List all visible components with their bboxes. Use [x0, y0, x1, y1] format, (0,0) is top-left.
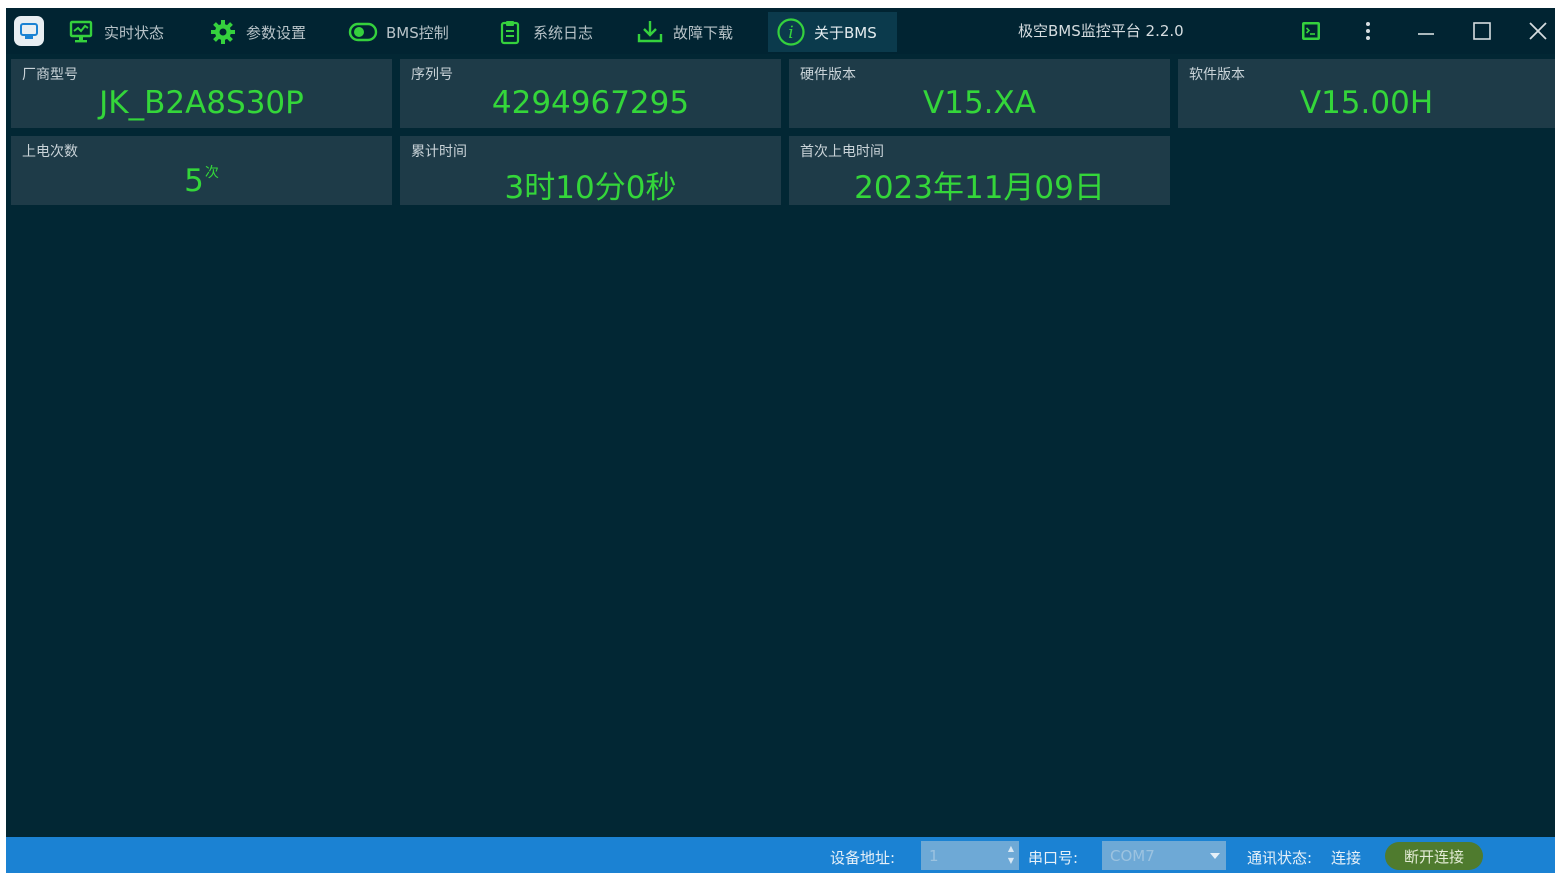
minimize-icon[interactable] [1410, 15, 1442, 47]
card-cumulative-time: 累计时间 3时10分0秒 [400, 136, 781, 206]
card-serial-number: 序列号 4294967295 [400, 59, 781, 128]
card-value: 4294967295 [491, 85, 690, 121]
menu-label: 故障下载 [673, 23, 734, 42]
menu-label: 参数设置 [246, 23, 307, 42]
card-label: 厂商型号 [22, 67, 78, 83]
comm-status-label: 通讯状态: [1247, 849, 1313, 867]
toolbar: 实时状态 参数设置 BMS控制 系统日志 故障下载 i 关于BMS 极空BMS监… [6, 8, 1555, 54]
card-manufacturer-model: 厂商型号 JK_B2A8S30P [11, 59, 392, 128]
chevron-down-icon [1210, 853, 1220, 859]
card-label: 软件版本 [1189, 67, 1245, 83]
card-power-on-count: 上电次数 5次 [11, 136, 392, 205]
device-address-stepper[interactable]: 1 ▲ ▼ [921, 841, 1019, 870]
menu-label: 系统日志 [533, 23, 594, 42]
card-hardware-version: 硬件版本 V15.XA [789, 59, 1170, 128]
download-icon [635, 17, 665, 47]
port-select[interactable]: COM7 [1102, 841, 1226, 870]
card-label: 上电次数 [22, 144, 78, 160]
info-icon: i [776, 17, 806, 47]
stepper-arrows-icon[interactable]: ▲ ▼ [1006, 843, 1016, 868]
menu-about-bms[interactable]: i 关于BMS [768, 12, 897, 52]
menu-system-log[interactable]: 系统日志 [495, 12, 593, 52]
card-value: V15.00H [1299, 85, 1434, 121]
monitor-icon [66, 17, 96, 47]
card-first-power-on-time: 首次上电时间 2023年11月09日 [789, 136, 1170, 206]
port-value: COM7 [1110, 847, 1155, 865]
menu-label: BMS控制 [386, 23, 449, 42]
close-icon[interactable] [1522, 15, 1554, 47]
card-software-version: 软件版本 V15.00H [1178, 59, 1555, 128]
app-window: 实时状态 参数设置 BMS控制 系统日志 故障下载 i 关于BMS 极空BMS监… [6, 8, 1555, 873]
port-label: 串口号: [1028, 849, 1079, 867]
card-label: 序列号 [411, 67, 453, 83]
menu-realtime-status[interactable]: 实时状态 [66, 12, 164, 52]
gear-icon [208, 17, 238, 47]
power-on-count-unit: 次 [204, 165, 219, 181]
menu-label: 关于BMS [814, 23, 877, 42]
disconnect-button[interactable]: 断开连接 [1385, 842, 1483, 870]
device-address-label: 设备地址: [830, 849, 896, 867]
card-label: 硬件版本 [800, 67, 856, 83]
menu-bms-control[interactable]: BMS控制 [348, 12, 449, 52]
app-title: 极空BMS监控平台 2.2.0 [1018, 22, 1184, 40]
clipboard-icon [495, 17, 525, 47]
card-value: 3时10分0秒 [504, 170, 677, 206]
svg-text:i: i [788, 23, 793, 43]
menu-fault-download[interactable]: 故障下载 [635, 12, 733, 52]
card-label: 累计时间 [411, 144, 467, 160]
card-label: 首次上电时间 [800, 144, 884, 160]
device-address-value: 1 [929, 847, 939, 865]
card-value: 2023年11月09日 [854, 170, 1105, 206]
power-on-count-value: 5 [184, 163, 204, 199]
app-logo-icon [14, 16, 44, 46]
terminal-icon[interactable] [1295, 15, 1327, 47]
card-value: 5次 [11, 162, 392, 199]
menu-parameter-settings[interactable]: 参数设置 [208, 12, 306, 52]
card-value: JK_B2A8S30P [99, 85, 304, 121]
status-bar: 设备地址: 1 ▲ ▼ 串口号: COM7 通讯状态: 连接 断开连接 [6, 837, 1555, 873]
menu-label: 实时状态 [104, 23, 165, 42]
more-options-icon[interactable] [1352, 15, 1384, 47]
card-value: V15.XA [923, 85, 1036, 121]
toggle-icon [348, 17, 378, 47]
comm-status-value: 连接 [1331, 849, 1362, 867]
maximize-icon[interactable] [1466, 15, 1498, 47]
